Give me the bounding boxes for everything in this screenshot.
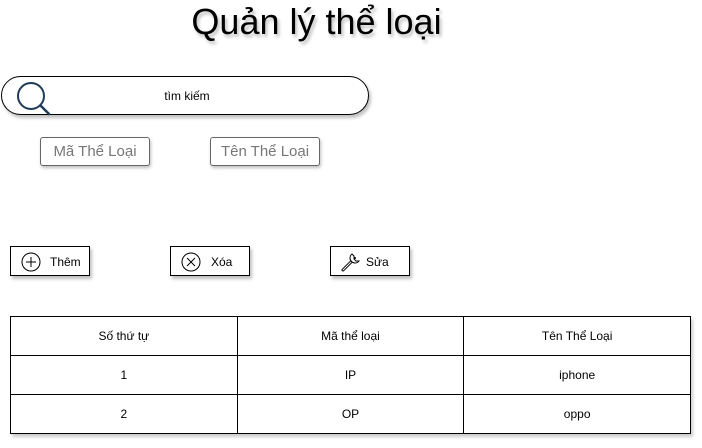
table-cell: 2: [10, 394, 238, 434]
edit-button[interactable]: Sửa: [330, 246, 410, 276]
plus-circle-icon: [20, 251, 42, 273]
filter-ma-the-loai-button[interactable]: Mã Thể Loại: [40, 137, 150, 166]
data-table: Số thứ tự Mã thể loại Tên Thể Loại 1 IP …: [10, 316, 691, 434]
delete-button[interactable]: Xóa: [170, 246, 250, 276]
filter-ten-the-loai-button[interactable]: Tên Thể Loại: [210, 137, 320, 166]
header-so-thu-tu: Số thứ tự: [10, 316, 238, 356]
close-circle-icon: [180, 251, 202, 273]
wrench-icon: [340, 251, 362, 273]
table-cell: oppo: [463, 394, 691, 434]
header-ma-the-loai: Mã thể loại: [236, 316, 465, 356]
table-header-row: Số thứ tự Mã thể loại Tên Thể Loại: [10, 316, 691, 356]
delete-button-label: Xóa: [211, 255, 233, 269]
search-input[interactable]: [62, 84, 312, 108]
add-button[interactable]: Thêm: [10, 246, 90, 276]
table-cell: IP: [236, 355, 465, 395]
edit-button-label: Sửa: [366, 255, 389, 269]
table-row[interactable]: 2 OP oppo: [10, 394, 691, 434]
add-button-label: Thêm: [50, 255, 81, 269]
search-icon[interactable]: [16, 81, 52, 117]
table-cell: iphone: [463, 355, 691, 395]
header-ten-the-loai: Tên Thể Loại: [463, 316, 691, 356]
table-row[interactable]: 1 IP iphone: [10, 355, 691, 395]
table-cell: 1: [10, 355, 238, 395]
table-cell: OP: [236, 394, 465, 434]
search-box[interactable]: [1, 76, 369, 117]
page-title: Quản lý thể loại: [191, 1, 442, 42]
